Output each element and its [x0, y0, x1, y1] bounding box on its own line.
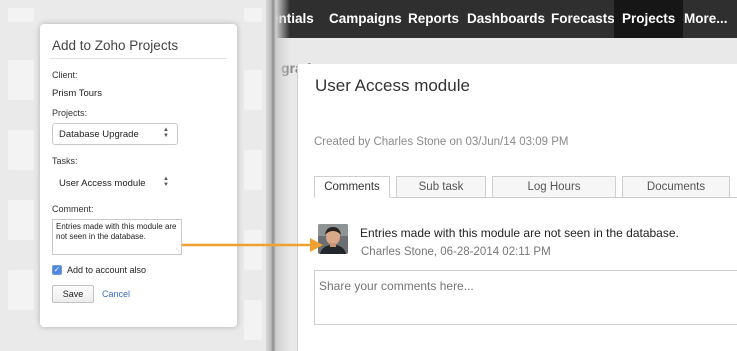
- background-block: [244, 70, 262, 110]
- divider: [50, 58, 227, 59]
- add-to-zoho-projects-popup: Add to Zoho Projects Client: Prism Tours…: [40, 24, 237, 327]
- cancel-link[interactable]: Cancel: [102, 289, 130, 299]
- nav-item-campaigns[interactable]: Campaigns: [329, 0, 402, 38]
- tasks-label: Tasks:: [52, 156, 78, 166]
- nav-item-forecasts[interactable]: Forecasts: [551, 0, 615, 38]
- add-to-account-checkbox[interactable]: ✓: [52, 265, 62, 275]
- project-select[interactable]: Database Upgrade ▲ ▼: [52, 123, 178, 145]
- projects-label: Projects:: [52, 108, 88, 118]
- nav-item-projects[interactable]: Projects: [614, 0, 684, 38]
- background-block: [8, 130, 34, 170]
- background-block: [8, 200, 34, 240]
- nav-item-reports[interactable]: Reports: [408, 0, 459, 38]
- background-block: [244, 300, 262, 340]
- project-select-value: Database Upgrade: [59, 129, 139, 140]
- comment-text: Entries made with this module are not se…: [360, 226, 679, 240]
- client-value: Prism Tours: [52, 88, 102, 99]
- task-tabs: Comments Sub task Log Hours Documents: [314, 176, 737, 198]
- save-button[interactable]: Save: [52, 285, 94, 303]
- connector-arrow-icon: [182, 238, 323, 252]
- add-to-account-label: Add to account also: [67, 265, 147, 275]
- panel-divider: [266, 0, 290, 351]
- tab-documents[interactable]: Documents: [622, 176, 730, 198]
- select-arrows-icon: ▲ ▼: [163, 127, 169, 139]
- background-block: [8, 270, 34, 310]
- new-comment-input[interactable]: [314, 270, 737, 325]
- task-select-value: User Access module: [59, 178, 146, 189]
- comment-item: Entries made with this module are not se…: [318, 224, 728, 264]
- comment-author[interactable]: Charles Stone,: [361, 246, 437, 258]
- comment-timestamp: 06-28-2014 02:11 PM: [440, 246, 551, 258]
- comment-label: Comment:: [52, 204, 94, 214]
- top-navigation: entials Campaigns Reports Dashboards For…: [271, 0, 737, 38]
- background-block: [8, 60, 34, 100]
- tab-sub-task[interactable]: Sub task: [396, 176, 486, 198]
- task-title: User Access module: [315, 76, 470, 95]
- popup-title: Add to Zoho Projects: [52, 38, 179, 53]
- client-label: Client:: [52, 70, 78, 80]
- comment-meta: Charles Stone, 06-28-2014 02:11 PM: [361, 246, 551, 258]
- tab-log-hours[interactable]: Log Hours: [492, 176, 616, 198]
- background-block: [244, 150, 262, 190]
- task-created-info: Created by Charles Stone on 03/Jun/14 03…: [314, 136, 569, 148]
- tab-comments[interactable]: Comments: [314, 176, 390, 198]
- task-select[interactable]: User Access module ▲ ▼: [52, 172, 178, 194]
- nav-item-more[interactable]: More...: [684, 0, 728, 38]
- select-arrows-icon: ▲ ▼: [163, 176, 169, 188]
- background-block: [244, 8, 262, 22]
- task-detail-panel: User Access module Created by Charles St…: [297, 64, 737, 351]
- nav-item-dashboards[interactable]: Dashboards: [467, 0, 545, 38]
- background-block: [8, 8, 34, 22]
- comment-input[interactable]: [52, 219, 182, 255]
